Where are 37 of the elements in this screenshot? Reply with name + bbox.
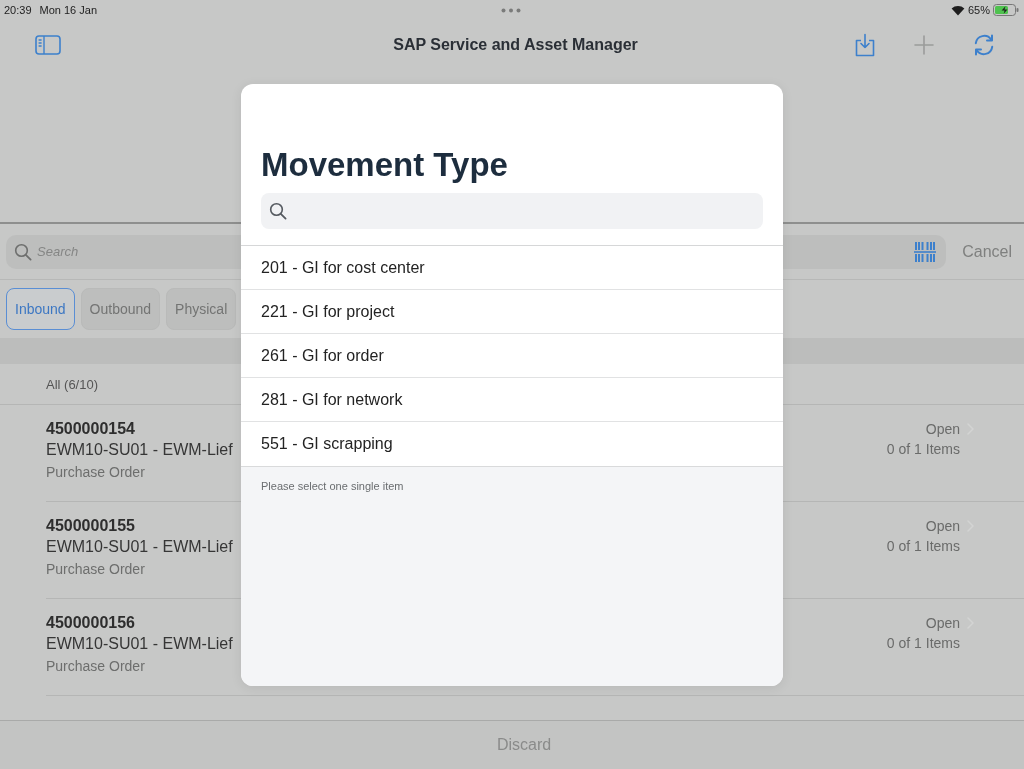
wifi-icon xyxy=(950,4,965,16)
battery-icon xyxy=(993,4,1019,16)
order-status: Open xyxy=(925,517,960,536)
list-option[interactable]: 281 - GI for network xyxy=(241,378,783,422)
order-status: Open xyxy=(925,614,960,633)
ellipsis-icon[interactable] xyxy=(501,7,522,13)
order-type: Purchase Order xyxy=(46,463,145,482)
order-title: EWM10-SU01 - EWM-Lief xyxy=(46,537,233,557)
dialog-title: Movement Type xyxy=(261,145,508,185)
download-icon[interactable] xyxy=(854,33,876,57)
items-count: 0 of 1 Items xyxy=(886,634,960,653)
order-status: Open xyxy=(925,420,960,439)
order-number: 4500000156 xyxy=(46,613,135,633)
hint-text: Please select one single item xyxy=(261,479,404,493)
clock-time: 20:39 xyxy=(4,4,32,16)
refresh-icon[interactable] xyxy=(972,33,996,57)
barcode-icon[interactable] xyxy=(914,240,937,263)
sidebar-icon[interactable] xyxy=(35,35,61,55)
order-type: Purchase Order xyxy=(46,657,145,676)
list-option[interactable]: 261 - GI for order xyxy=(241,334,783,378)
status-date: Mon 16 Jan xyxy=(39,4,97,16)
list-count: All (6/10) xyxy=(46,376,99,392)
list-option[interactable]: 551 - GI scrapping xyxy=(241,422,783,466)
list-option[interactable]: 221 - GI for project xyxy=(241,290,783,334)
dialog-search-field[interactable] xyxy=(261,193,763,229)
battery-percent: 65% xyxy=(967,4,990,16)
search-icon xyxy=(269,202,287,220)
order-type: Purchase Order xyxy=(46,560,145,579)
app-title: SAP Service and Asset Manager xyxy=(393,36,638,54)
order-title: EWM10-SU01 - EWM-Lief xyxy=(46,634,233,654)
order-number: 4500000155 xyxy=(46,516,135,536)
items-count: 0 of 1 Items xyxy=(886,537,960,556)
search-icon xyxy=(14,242,32,261)
items-count: 0 of 1 Items xyxy=(886,440,960,459)
order-number: 4500000154 xyxy=(46,419,135,439)
order-title: EWM10-SU01 - EWM-Lief xyxy=(46,440,233,460)
list-option[interactable]: 201 - GI for cost center xyxy=(241,246,783,290)
